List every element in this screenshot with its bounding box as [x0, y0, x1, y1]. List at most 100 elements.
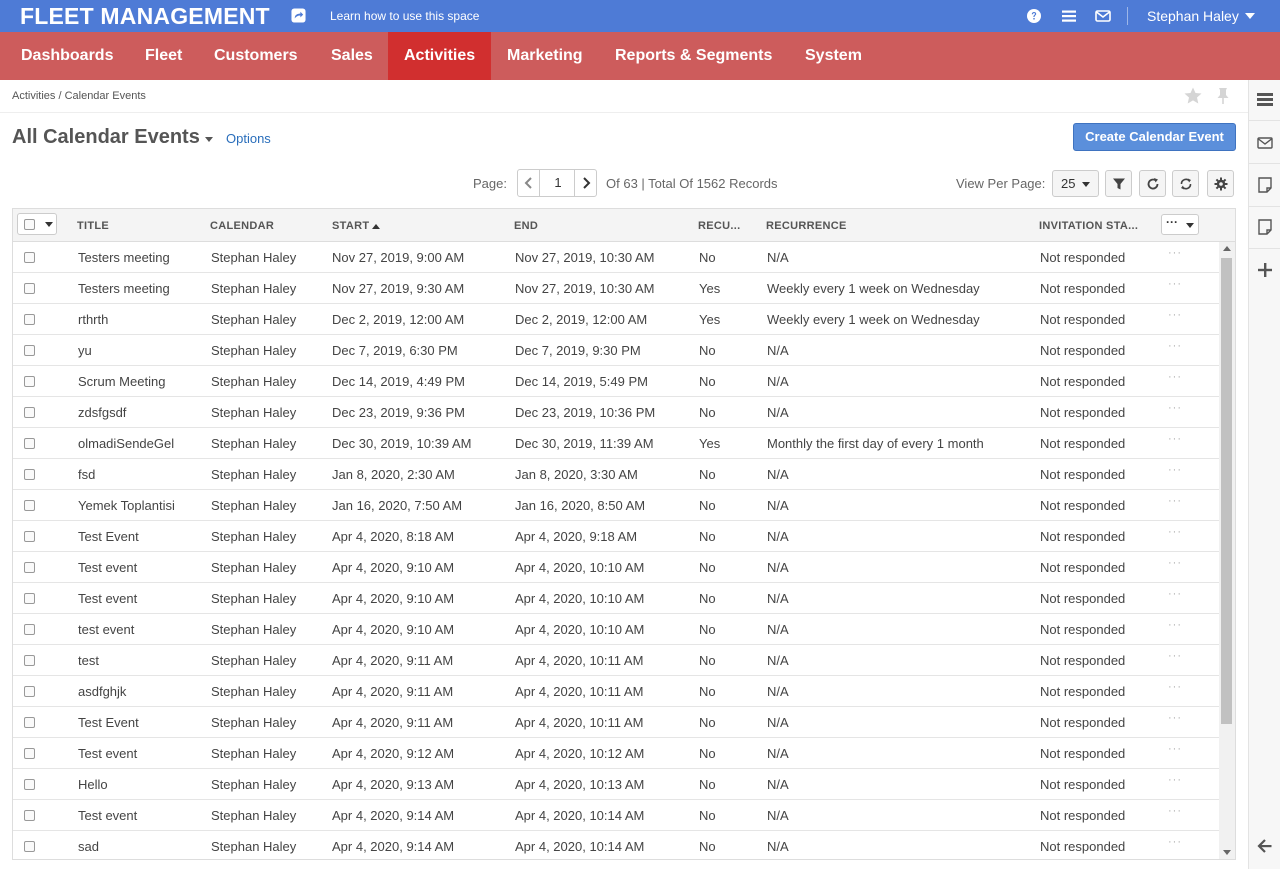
table-row[interactable]: Scrum Meeting Stephan Haley Dec 14, 2019, … — [13, 366, 1219, 397]
row-actions-icon[interactable]: ··· — [1168, 650, 1182, 662]
email-icon[interactable] — [1256, 134, 1274, 152]
table-row[interactable]: Test event Stephan Haley Apr 4, 2020, 9:14… — [13, 800, 1219, 831]
page-title[interactable]: All Calendar Events — [12, 126, 200, 149]
row-actions-icon[interactable]: ··· — [1168, 309, 1182, 321]
row-checkbox[interactable] — [24, 407, 35, 418]
filter-button[interactable] — [1105, 170, 1132, 197]
table-row[interactable]: zdsfgsdf Stephan Haley Dec 23, 2019, 9:36 … — [13, 397, 1219, 428]
chevron-down-icon[interactable] — [1245, 13, 1255, 19]
column-header-invitation-status[interactable]: INVITATION STA... — [1039, 220, 1138, 232]
row-checkbox[interactable] — [24, 314, 35, 325]
table-row[interactable]: Test event Stephan Haley Apr 4, 2020, 9:12… — [13, 738, 1219, 769]
row-checkbox[interactable] — [24, 252, 35, 263]
scroll-up-arrow[interactable] — [1223, 246, 1231, 251]
column-header-title[interactable]: TITLE — [77, 220, 109, 232]
table-row[interactable]: Testers meeting Stephan Haley Nov 27, 2019… — [13, 242, 1219, 273]
learn-link[interactable]: Learn how to use this space — [330, 9, 479, 23]
nav-sales[interactable]: Sales — [315, 32, 389, 80]
help-icon[interactable] — [1026, 8, 1042, 24]
table-row[interactable]: rthrth Stephan Haley Dec 2, 2019, 12:00 AM… — [13, 304, 1219, 335]
table-row[interactable]: test Stephan Haley Apr 4, 2020, 9:11 AM Apr… — [13, 645, 1219, 676]
mail-icon[interactable] — [1095, 8, 1111, 24]
row-checkbox[interactable] — [24, 717, 35, 728]
share-icon[interactable] — [291, 8, 306, 23]
row-checkbox[interactable] — [24, 779, 35, 790]
table-row[interactable]: Test event Stephan Haley Apr 4, 2020, 9:10… — [13, 583, 1219, 614]
create-calendar-event-button[interactable]: Create Calendar Event — [1073, 123, 1236, 151]
table-row[interactable]: olmadiSendeGel Stephan Haley Dec 30, 2019,… — [13, 428, 1219, 459]
table-row[interactable]: Test event Stephan Haley Apr 4, 2020, 9:10… — [13, 552, 1219, 583]
star-icon[interactable] — [1183, 86, 1203, 106]
nav-system[interactable]: System — [789, 32, 878, 80]
row-actions-icon[interactable]: ··· — [1168, 681, 1182, 693]
user-menu[interactable]: Stephan Haley — [1147, 8, 1239, 24]
row-checkbox[interactable] — [24, 500, 35, 511]
row-checkbox[interactable] — [24, 624, 35, 635]
pin-icon[interactable] — [1213, 86, 1233, 106]
row-actions-icon[interactable]: ··· — [1168, 402, 1182, 414]
row-actions-icon[interactable]: ··· — [1168, 495, 1182, 507]
nav-marketing[interactable]: Marketing — [491, 32, 599, 80]
row-actions-icon[interactable]: ··· — [1168, 464, 1182, 476]
table-row[interactable]: Hello Stephan Haley Apr 4, 2020, 9:13 AM Ap… — [13, 769, 1219, 800]
row-checkbox[interactable] — [24, 283, 35, 294]
table-row[interactable]: Test Event Stephan Haley Apr 4, 2020, 9:11… — [13, 707, 1219, 738]
row-actions-icon[interactable]: ··· — [1168, 278, 1182, 290]
table-row[interactable]: sad Stephan Haley Apr 4, 2020, 9:14 AM Apr … — [13, 831, 1219, 859]
table-row[interactable]: test event Stephan Haley Apr 4, 2020, 9:10… — [13, 614, 1219, 645]
row-actions-icon[interactable]: ··· — [1168, 433, 1182, 445]
row-checkbox[interactable] — [24, 810, 35, 821]
nav-dashboards[interactable]: Dashboards — [5, 32, 129, 80]
row-actions-icon[interactable]: ··· — [1168, 774, 1182, 786]
row-actions-icon[interactable]: ··· — [1168, 526, 1182, 538]
row-actions-icon[interactable]: ··· — [1168, 371, 1182, 383]
row-actions-icon[interactable]: ··· — [1168, 340, 1182, 352]
row-actions-icon[interactable]: ··· — [1168, 805, 1182, 817]
note-icon[interactable] — [1256, 176, 1274, 194]
row-checkbox[interactable] — [24, 345, 35, 356]
sticky-note-icon[interactable] — [1256, 218, 1274, 236]
row-checkbox[interactable] — [24, 841, 35, 852]
arrow-left-icon[interactable] — [1256, 837, 1274, 855]
nav-fleet[interactable]: Fleet — [129, 32, 198, 80]
row-checkbox[interactable] — [24, 655, 35, 666]
grid-scrollbar[interactable] — [1219, 242, 1235, 859]
row-actions-icon[interactable]: ··· — [1168, 712, 1182, 724]
row-actions-icon[interactable]: ··· — [1168, 836, 1182, 848]
select-all-dropdown[interactable] — [17, 213, 57, 235]
row-checkbox[interactable] — [24, 686, 35, 697]
row-actions-icon[interactable]: ··· — [1168, 247, 1182, 259]
table-row[interactable]: fsd Stephan Haley Jan 8, 2020, 2:30 AM Jan … — [13, 459, 1219, 490]
table-row[interactable]: Yemek Toplantisi Stephan Haley Jan 16, 202… — [13, 490, 1219, 521]
column-header-calendar[interactable]: CALENDAR — [210, 220, 274, 232]
scrollbar-thumb[interactable] — [1221, 258, 1232, 724]
row-checkbox[interactable] — [24, 376, 35, 387]
plus-icon[interactable] — [1256, 261, 1274, 279]
layout-icon[interactable] — [1256, 91, 1274, 109]
row-checkbox[interactable] — [24, 531, 35, 542]
table-row[interactable]: yu Stephan Haley Dec 7, 2019, 6:30 PM Dec 7… — [13, 335, 1219, 366]
row-checkbox[interactable] — [24, 748, 35, 759]
table-row[interactable]: Testers meeting Stephan Haley Nov 27, 2019… — [13, 273, 1219, 304]
prev-page-button[interactable] — [518, 170, 540, 196]
column-header-recurrence[interactable]: RECURRENCE — [766, 220, 847, 232]
column-header-start[interactable]: START — [332, 220, 369, 232]
page-number-input[interactable]: 1 — [541, 170, 575, 196]
column-header-recurring[interactable]: RECU... — [698, 220, 740, 232]
app-brand[interactable]: FLEET MANAGEMENT — [20, 3, 270, 30]
row-checkbox[interactable] — [24, 438, 35, 449]
column-manager-button[interactable]: ··· — [1161, 214, 1199, 235]
row-actions-icon[interactable]: ··· — [1168, 588, 1182, 600]
reset-button[interactable] — [1172, 170, 1199, 197]
options-link[interactable]: Options — [226, 131, 271, 146]
table-row[interactable]: Test Event Stephan Haley Apr 4, 2020, 8:18… — [13, 521, 1219, 552]
row-actions-icon[interactable]: ··· — [1168, 557, 1182, 569]
row-actions-icon[interactable]: ··· — [1168, 743, 1182, 755]
nav-customers[interactable]: Customers — [198, 32, 314, 80]
column-header-end[interactable]: END — [514, 220, 538, 232]
row-checkbox[interactable] — [24, 593, 35, 604]
refresh-button[interactable] — [1139, 170, 1166, 197]
settings-button[interactable] — [1207, 170, 1234, 197]
nav-reports-segments[interactable]: Reports & Segments — [599, 32, 788, 80]
nav-activities[interactable]: Activities — [388, 32, 491, 80]
